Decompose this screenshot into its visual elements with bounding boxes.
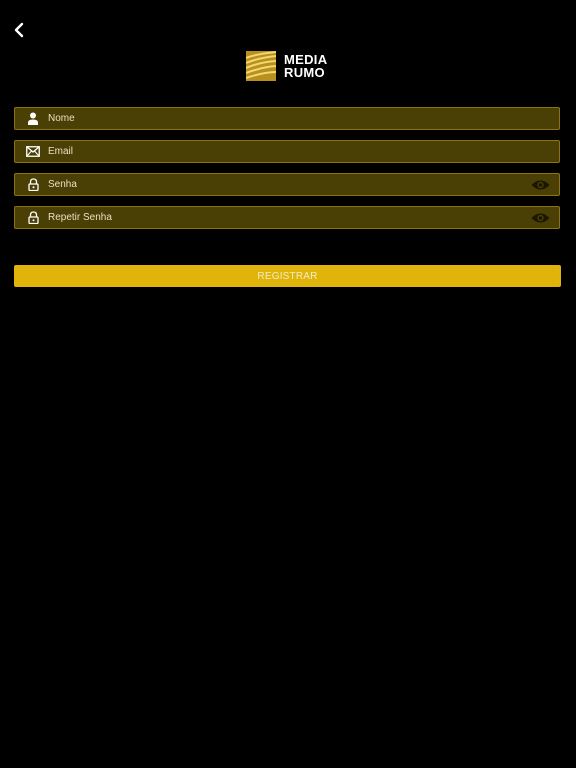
lock-icon xyxy=(26,178,40,192)
logo-mark-icon xyxy=(246,51,276,81)
brand-line-2: RUMO xyxy=(284,65,325,80)
name-field-placeholder: Nome xyxy=(48,113,75,124)
repeat-password-field-placeholder: Repetir Senha xyxy=(48,212,112,223)
register-screen: MEDIA RUMO Nome Email Senha Repetir Senh… xyxy=(0,0,576,768)
eye-icon xyxy=(531,213,549,222)
eye-icon xyxy=(531,180,549,189)
show-repeat-password-toggle[interactable] xyxy=(530,211,550,225)
email-field[interactable]: Email xyxy=(14,140,560,163)
chevron-left-icon xyxy=(14,22,24,38)
lock-icon xyxy=(26,211,40,225)
brand-name: MEDIA RUMO xyxy=(284,53,327,79)
password-field[interactable]: Senha xyxy=(14,173,560,196)
user-icon xyxy=(26,112,40,126)
brand-logo: MEDIA RUMO xyxy=(246,50,327,82)
back-button[interactable] xyxy=(8,18,30,42)
repeat-password-field[interactable]: Repetir Senha xyxy=(14,206,560,229)
name-field[interactable]: Nome xyxy=(14,107,560,130)
email-field-placeholder: Email xyxy=(48,146,74,157)
show-password-toggle[interactable] xyxy=(530,178,550,192)
password-field-placeholder: Senha xyxy=(48,179,77,190)
register-button[interactable]: REGISTRAR xyxy=(14,265,561,287)
envelope-icon xyxy=(26,145,40,159)
